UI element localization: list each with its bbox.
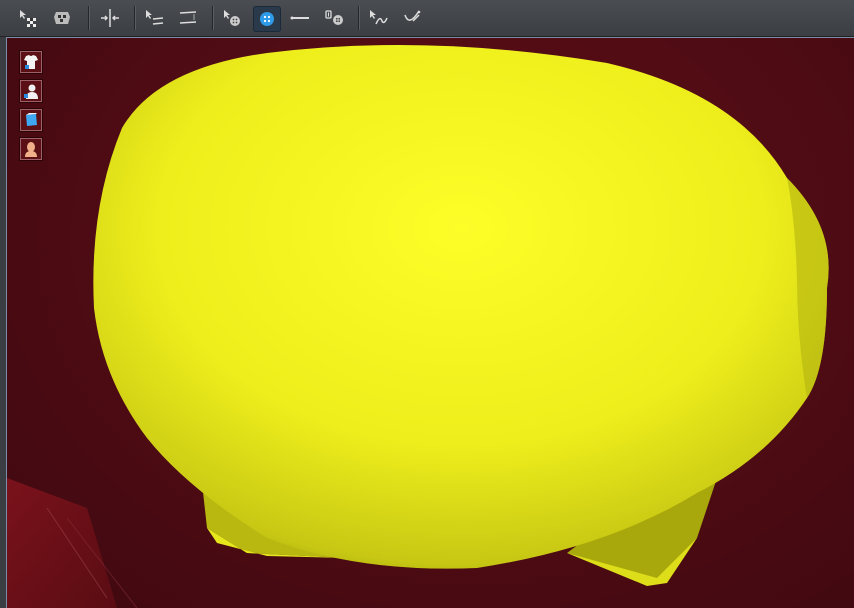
topstitch-icon[interactable] — [400, 6, 424, 30]
ruler-icon[interactable] — [176, 6, 200, 30]
show-avatar-icon[interactable] — [19, 79, 43, 103]
toolbar — [0, 0, 854, 37]
line-icon[interactable] — [288, 6, 312, 30]
add-button-icon[interactable] — [220, 6, 244, 30]
show-pattern-icon[interactable] — [19, 108, 43, 132]
show-skin-icon[interactable] — [19, 137, 43, 161]
bowl-body — [93, 45, 829, 569]
fold-arrangement-icon[interactable] — [98, 6, 122, 30]
select-segment-icon[interactable] — [50, 6, 74, 30]
select-edit-icon[interactable] — [366, 6, 390, 30]
edit-pattern-icon[interactable] — [142, 6, 166, 30]
garment-object[interactable] — [93, 45, 829, 586]
3d-scene[interactable] — [7, 38, 854, 608]
button-icon[interactable] — [253, 6, 281, 32]
buttonhole-icon[interactable] — [322, 6, 346, 30]
select-pattern-icon[interactable] — [16, 6, 40, 30]
show-garment-icon[interactable] — [19, 50, 43, 74]
3d-viewport[interactable] — [6, 37, 854, 608]
